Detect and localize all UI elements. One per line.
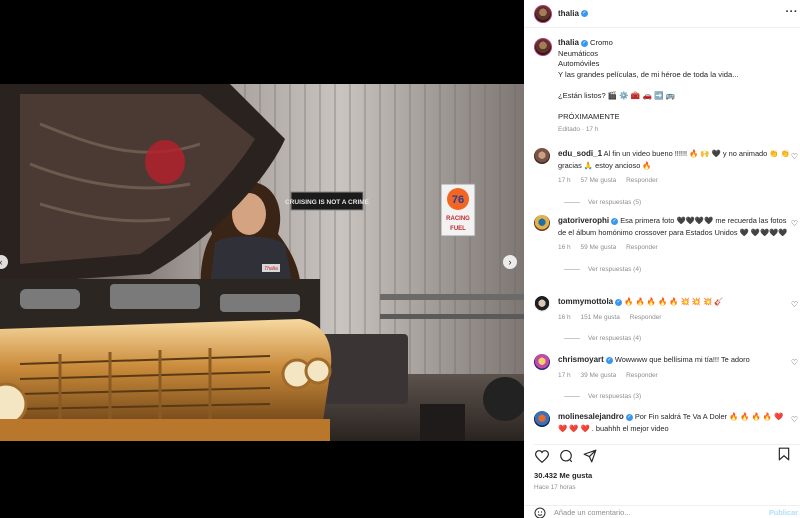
post-side-panel: thalia ✓ ··· thalia ✓ Cromo Neumáticos Au… [524, 0, 800, 518]
likes-count[interactable]: 30.432 Me gusta [534, 471, 592, 480]
comment-text: 🔥 🔥 🔥 🔥 🔥 💥 💥 💥 🎸 [624, 297, 724, 306]
post-action-bar [534, 444, 800, 464]
header-username[interactable]: thalia [558, 9, 579, 18]
comment-like-heart-icon[interactable]: ♡ [791, 152, 798, 161]
commenter-avatar[interactable] [534, 411, 550, 427]
comment: gatoriverophi ✓ Esa primera foto 🖤🖤🖤🖤 me … [534, 215, 800, 273]
next-arrow-icon[interactable]: › [503, 255, 517, 269]
post-photo[interactable]: CRUISING IS NOT A CRIME 76 RACING FUEL T… [0, 84, 524, 441]
caption-line: Automóviles [558, 59, 600, 68]
view-replies-button[interactable]: Ver respuestas (5) [564, 199, 800, 206]
comment-username[interactable]: chrismoyart [558, 355, 604, 364]
emoji-icon[interactable] [534, 507, 546, 518]
comment-like-heart-icon[interactable]: ♡ [791, 358, 798, 367]
comment-age: 17 h [558, 371, 571, 379]
commenter-avatar[interactable] [534, 296, 550, 312]
more-options-icon[interactable]: ··· [786, 6, 799, 18]
post-timestamp: Hace 17 horas [534, 484, 576, 491]
caption-line: Neumáticos [558, 48, 599, 58]
comment: chrismoyart ✓ Wowwww que bellísima mi tía… [534, 354, 800, 400]
post-header: thalia ✓ ··· [524, 0, 800, 28]
view-replies-button[interactable]: Ver respuestas (3) [564, 393, 800, 400]
post-caption: thalia ✓ Cromo Neumáticos Automóviles Y l… [534, 38, 794, 136]
comment-likes[interactable]: 39 Me gusta [580, 372, 616, 379]
verified-badge-icon: ✓ [605, 356, 613, 364]
comment-likes[interactable]: 57 Me gusta [580, 177, 616, 184]
caption-edited: Editado · 17 h [558, 126, 599, 133]
comment-text: Wowwww que bellísima mi tía!!! Te adoro [614, 355, 750, 364]
view-replies-button[interactable]: Ver respuestas (4) [564, 335, 800, 342]
caption-question: ¿Están listos? 🎬 ⚙️ 🧰 🚗 ➡️ 🚌 [558, 90, 676, 100]
comment-age: 16 h [558, 244, 571, 251]
bookmark-icon[interactable] [776, 446, 792, 462]
comment-username[interactable]: edu_sodi_1 [558, 149, 602, 158]
caption-first-line: Cromo [590, 38, 613, 47]
publish-button[interactable]: Publicar [769, 508, 798, 517]
comment: tommymottola ✓ 🔥 🔥 🔥 🔥 🔥 💥 💥 💥 🎸 16 h 151… [534, 296, 800, 342]
caption-coming-soon: PRÓXIMAMENTE [558, 111, 620, 121]
badge-text-1: RACING [446, 216, 470, 222]
commenter-avatar[interactable] [534, 215, 550, 231]
caption-username[interactable]: thalia [558, 38, 579, 47]
verified-badge-icon: ✓ [625, 413, 633, 421]
verified-badge-icon: ✓ [580, 10, 588, 17]
comment: molinesalejandro ✓ Por Fin saldrá Te Va A… [534, 411, 800, 434]
comment: edu_sodi_1 Al fin un video bueno !!!!!! … [534, 148, 800, 206]
heart-icon[interactable] [534, 448, 550, 464]
commenter-avatar[interactable] [534, 148, 550, 164]
comment-age: 17 h [558, 177, 571, 184]
badge-text-2: FUEL [450, 226, 466, 232]
comment-input[interactable]: Añade un comentario... [554, 508, 630, 517]
badge-number: 76 [452, 194, 464, 206]
cruising-sign-text: CRUISING IS NOT A CRIME [285, 199, 370, 206]
comment-likes[interactable]: 59 Me gusta [580, 244, 616, 251]
share-icon[interactable] [582, 448, 598, 464]
caption-line: Y las grandes películas, de mi héroe de … [558, 69, 739, 79]
commenter-avatar[interactable] [534, 354, 550, 370]
verified-badge-icon: ✓ [580, 39, 588, 47]
comment-username[interactable]: tommymottola [558, 297, 613, 306]
view-replies-button[interactable]: Ver respuestas (4) [564, 266, 800, 273]
comment-username[interactable]: molinesalejandro [558, 412, 624, 421]
comment-like-heart-icon[interactable]: ♡ [791, 415, 798, 424]
caption-avatar[interactable] [534, 38, 552, 56]
reply-button[interactable]: Responder [626, 177, 658, 184]
verified-badge-icon: ✓ [615, 298, 623, 306]
name-patch: Thalia [264, 266, 278, 272]
comment-like-heart-icon[interactable]: ♡ [791, 219, 798, 228]
comment-likes[interactable]: 151 Me gusta [580, 314, 619, 321]
comment-username[interactable]: gatoriverophi [558, 216, 609, 225]
reply-button[interactable]: Responder [626, 244, 658, 251]
comment-icon[interactable] [558, 448, 574, 464]
reply-button[interactable]: Responder [630, 314, 662, 321]
comment-age: 16 h [558, 313, 571, 321]
reply-button[interactable]: Responder [626, 372, 658, 379]
add-comment-bar: Añade un comentario... Publicar [524, 505, 800, 518]
post-media: CRUISING IS NOT A CRIME 76 RACING FUEL T… [0, 0, 524, 518]
verified-badge-icon: ✓ [611, 217, 619, 225]
comment-like-heart-icon[interactable]: ♡ [791, 300, 798, 309]
avatar[interactable] [534, 4, 552, 23]
